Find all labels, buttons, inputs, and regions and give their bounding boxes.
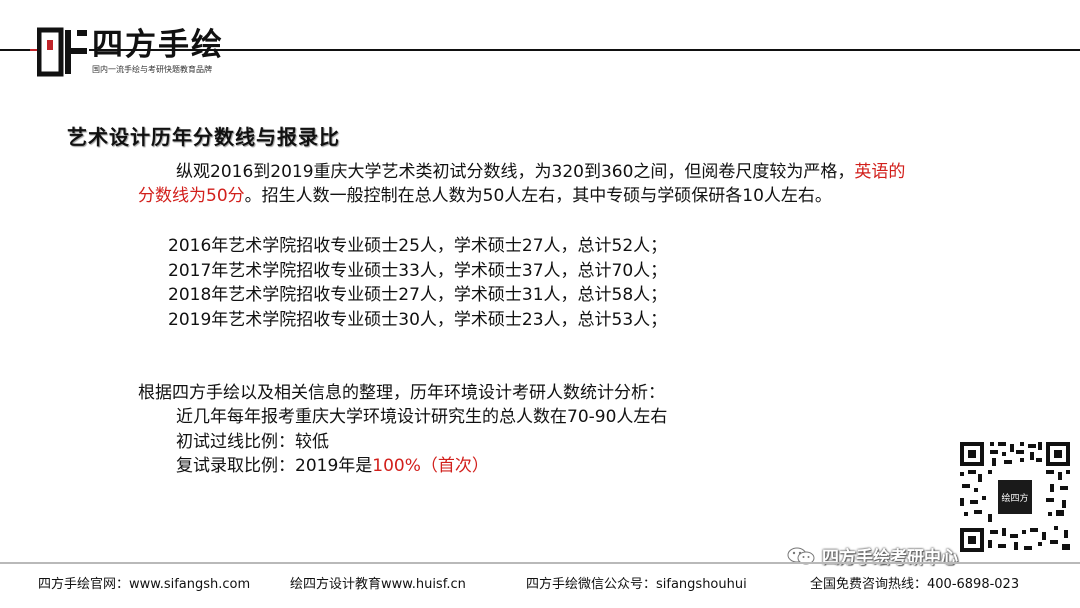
qr-code: 绘四方 xyxy=(958,440,1072,554)
intro-text-before: 纵观2016到2019重庆大学艺术类初试分数线，为320到360之间，但阅卷尺度… xyxy=(176,162,855,182)
footer-partner: 绘四方设计教育www.huisf.cn xyxy=(290,577,466,592)
intro-paragraph: 纵观2016到2019重庆大学艺术类初试分数线，为320到360之间，但阅卷尺度… xyxy=(138,160,918,208)
logo-icon xyxy=(37,26,89,78)
footer-hotline: 全国免费咨询热线：400-6898-023 xyxy=(810,577,1020,592)
retest-label: 复试录取比例：2019年是 xyxy=(176,456,373,476)
list-item: 2017年艺术学院招收专业硕士33人，学术硕士37人，总计70人； xyxy=(168,260,668,281)
environment-design-list: 近几年每年报考重庆大学环境设计研究生的总人数在70-90人左右 初试过线比例：较… xyxy=(176,405,667,479)
footer-website: 四方手绘官网：www.sifangsh.com xyxy=(38,577,251,592)
list-item: 2019年艺术学院招收专业硕士30人，学术硕士23人，总计53人； xyxy=(168,309,668,330)
footer-wechat-account: 四方手绘微信公众号：sifangshouhui xyxy=(526,577,747,592)
footer: 四方手绘官网：www.sifangsh.com 绘四方设计教育www.huisf… xyxy=(0,573,1080,593)
brand-name: 四方手绘 xyxy=(92,27,224,63)
wechat-account-name: 四方手绘考研中心 xyxy=(822,548,958,568)
qr-center-label: 绘四方 xyxy=(1001,492,1028,504)
brand-tagline: 国内一流手绘与考研快题教育品牌 xyxy=(92,65,212,74)
yearly-admissions-list: 2016年艺术学院招收专业硕士25人，学术硕士27人，总计52人； 2017年艺… xyxy=(168,234,667,332)
list-item: 2018年艺术学院招收专业硕士27人，学术硕士31人，总计58人； xyxy=(168,285,668,305)
header-divider-accent xyxy=(30,49,37,51)
footer-divider xyxy=(0,562,1080,564)
section-title: 艺术设计历年分数线与报录比 xyxy=(67,125,340,149)
initial-pass-ratio: 初试过线比例：较低 xyxy=(176,431,329,452)
intro-text-after: 。招生人数一般控制在总人数为50人左右，其中专硕与学硕保研各10人左右。 xyxy=(244,186,832,206)
retest-admission-ratio: 复试录取比例：2019年是100%（首次） xyxy=(176,454,667,479)
applicants-count: 近几年每年报考重庆大学环境设计研究生的总人数在70-90人左右 xyxy=(176,407,668,427)
environment-design-intro: 根据四方手绘以及相关信息的整理，历年环境设计考研人数统计分析： xyxy=(138,383,665,403)
list-item: 2016年艺术学院招收专业硕士25人，学术硕士27人，总计52人； xyxy=(168,236,668,256)
retest-value: 100%（首次） xyxy=(372,456,489,476)
wechat-watermark: 四方手绘考研中心 xyxy=(786,543,958,568)
